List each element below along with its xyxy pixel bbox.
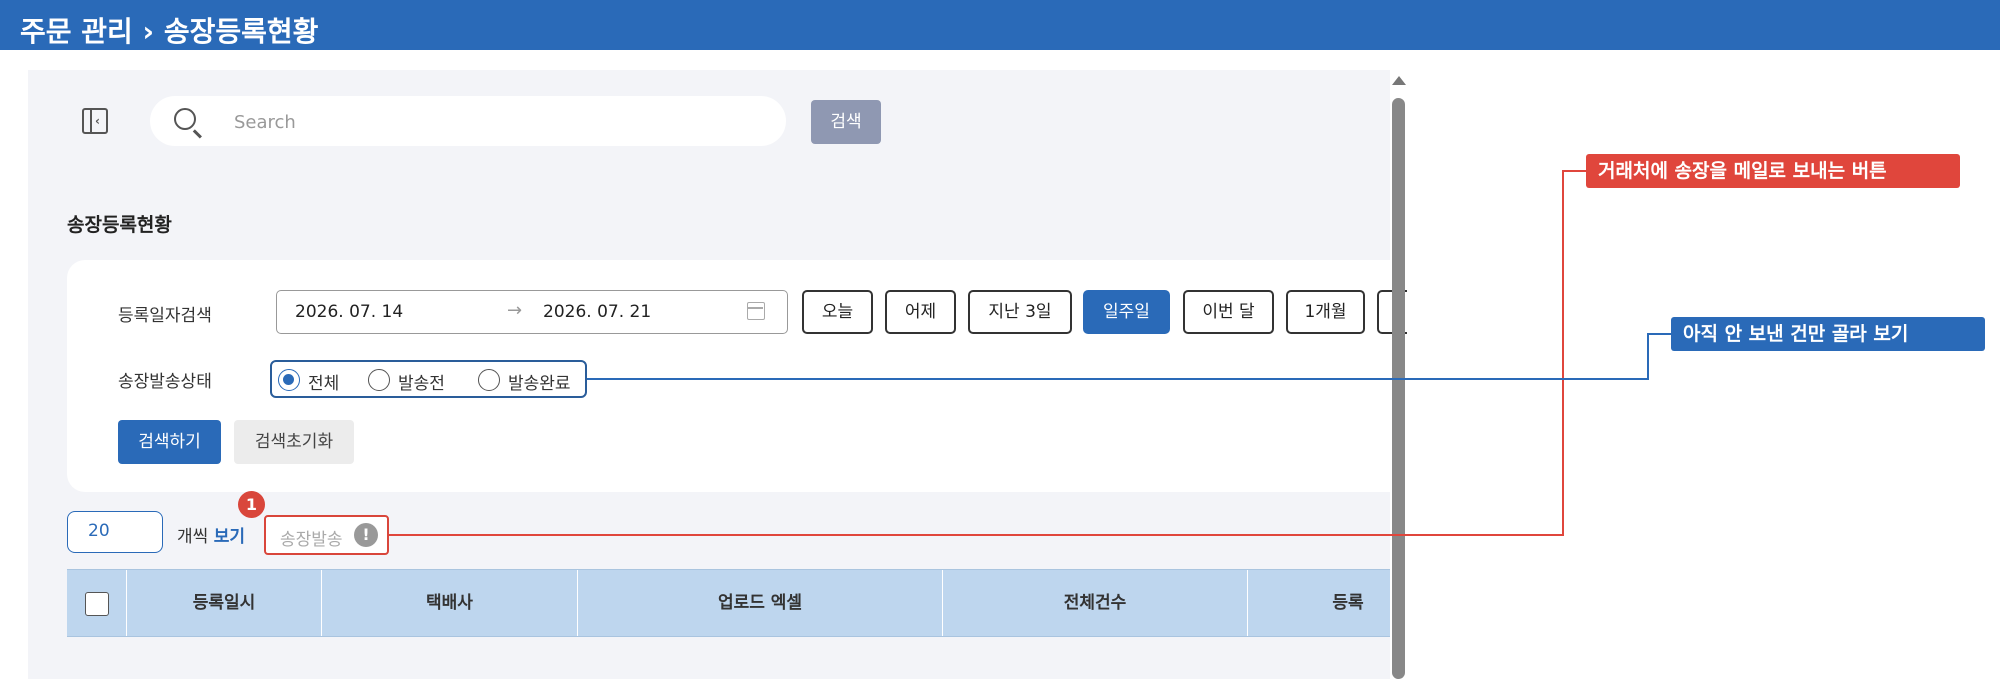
- status-filter-callout: 아직 안 보낸 건만 골라 보기: [1671, 317, 1985, 351]
- send-button-callout: 거래처에 송장을 메일로 보내는 버튼: [1586, 154, 1960, 188]
- status-filter-connector: [587, 333, 1671, 380]
- send-button-connector: [389, 170, 1586, 536]
